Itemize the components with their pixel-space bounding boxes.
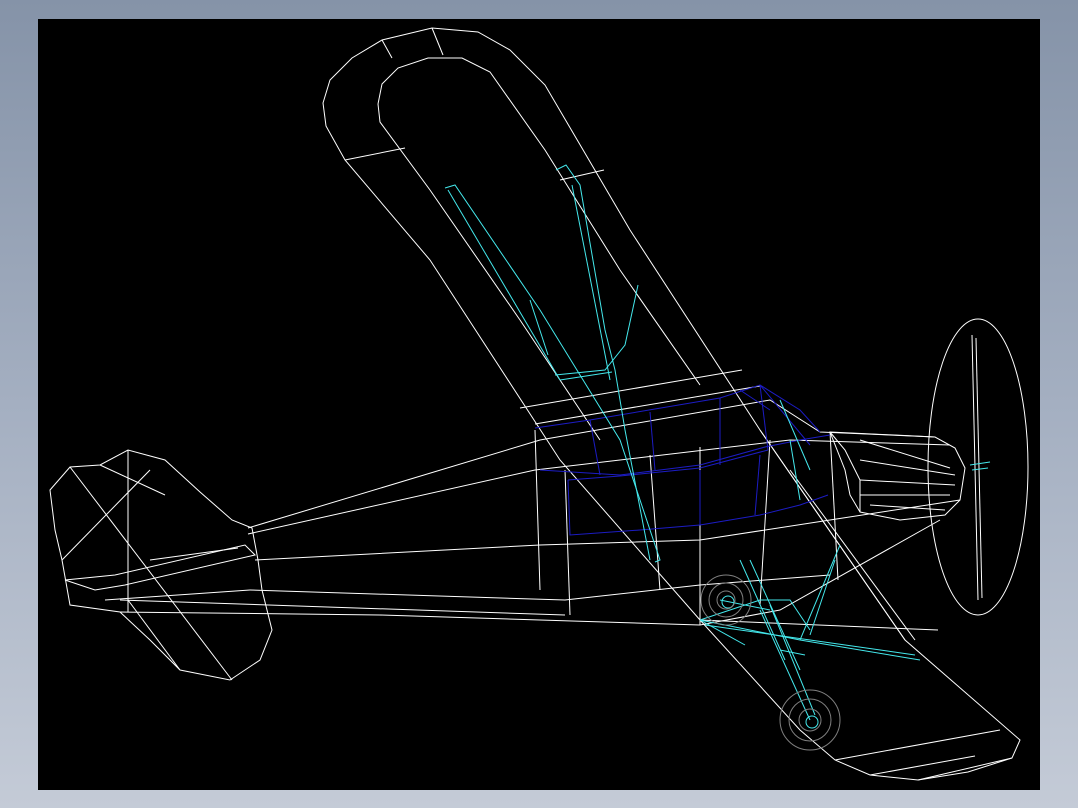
cabin-windows: [534, 384, 831, 536]
wing-inner-outline: [377, 57, 701, 386]
fuselage-upper-line: [247, 439, 951, 535]
strut-rear: [555, 164, 651, 561]
wing: [322, 27, 1021, 781]
cad-viewport[interactable]: [38, 19, 1040, 790]
wing-outline: [322, 27, 1021, 781]
propeller: [927, 318, 1029, 616]
tail: [49, 449, 273, 681]
propeller-disc: [927, 318, 1029, 616]
window-frame: [0, 0, 1078, 808]
wing-struts: [444, 164, 811, 563]
airplane-wireframe: [49, 27, 1029, 781]
wing-leading-edge-line: [377, 103, 601, 441]
landing-gear: [699, 544, 921, 729]
fuselage-bottom-line: [119, 519, 941, 626]
horizontal-stabilizer: [64, 544, 256, 591]
propeller-hub: [969, 461, 991, 471]
strut-front: [444, 184, 661, 563]
